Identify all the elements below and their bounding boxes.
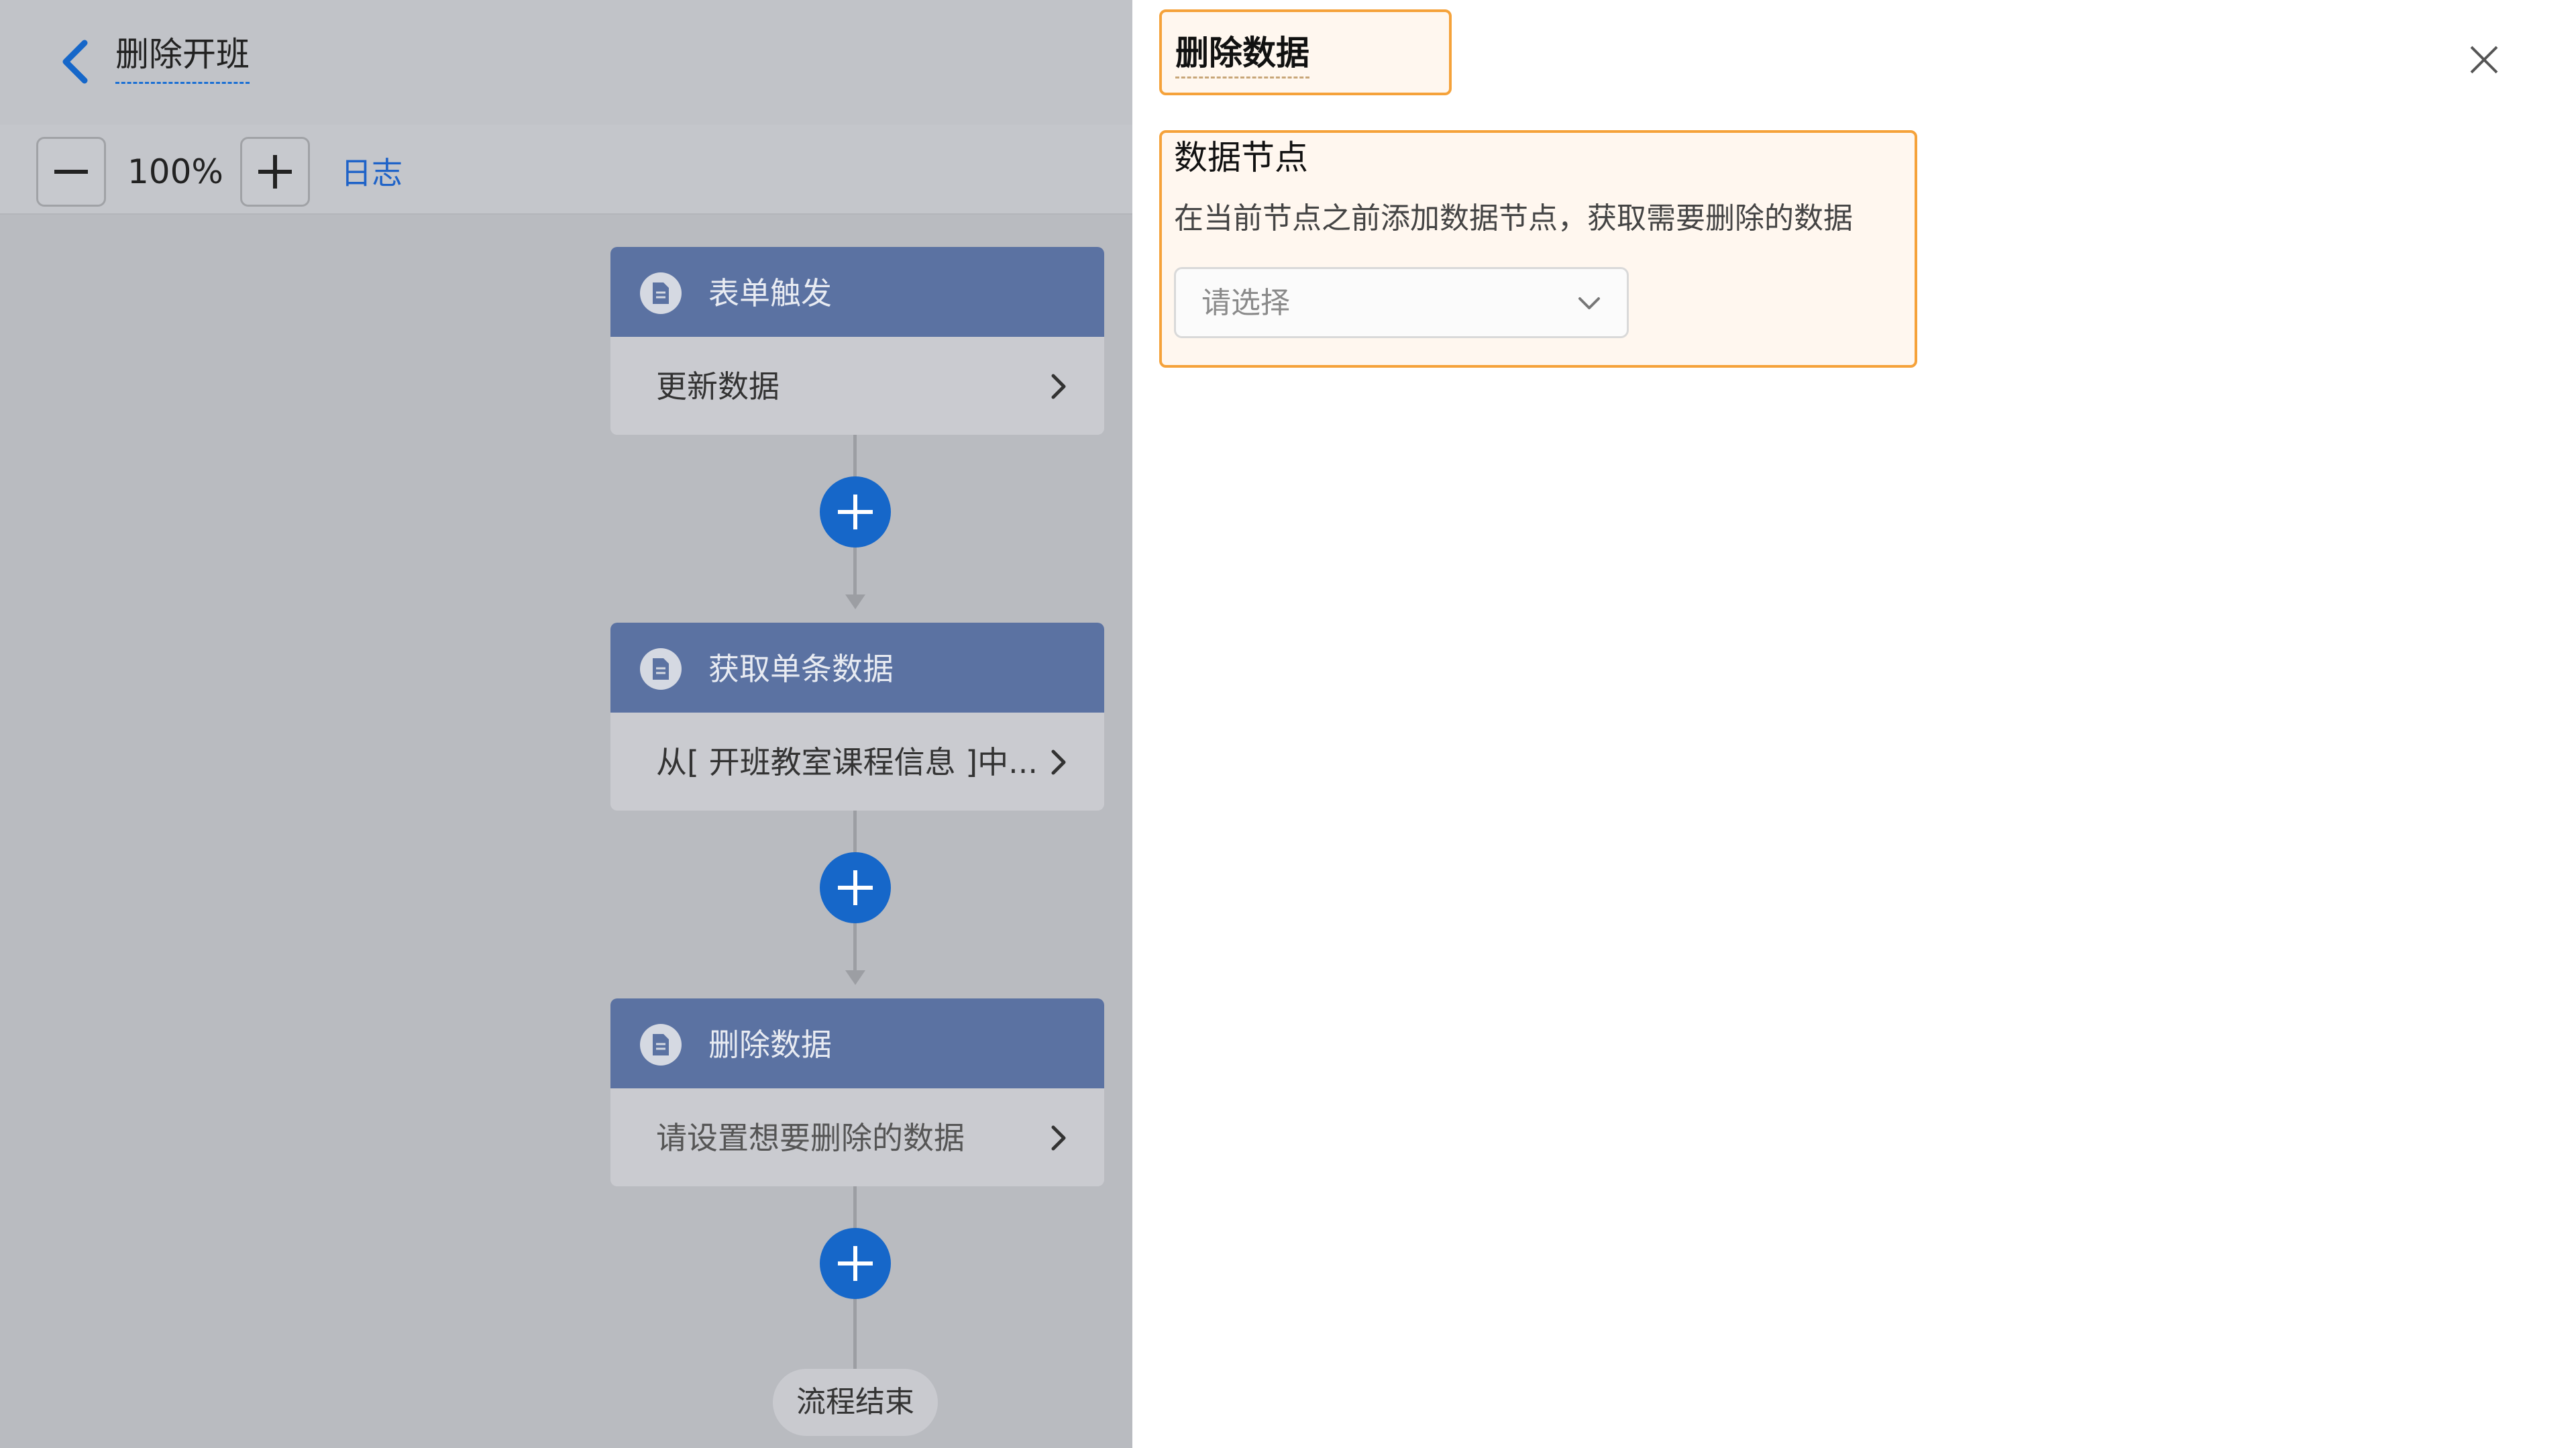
node-config-panel: 删除数据 数据节点 在当前节点之前添加数据节点，获取需要删除的数据 请选择 — [1132, 0, 2576, 1448]
flow-node-delete-data[interactable]: 删除数据 请设置想要删除的数据 — [610, 998, 1104, 1186]
node-header: 删除数据 — [610, 998, 1104, 1088]
zoom-toolbar: 100% 日志 — [0, 125, 1132, 215]
flow-node-form-trigger[interactable]: 表单触发 更新数据 — [610, 247, 1104, 435]
add-node-button[interactable] — [820, 476, 891, 548]
plus-icon — [838, 1246, 873, 1281]
section-description: 在当前节点之前添加数据节点，获取需要删除的数据 — [1174, 201, 1853, 236]
chevron-right-icon — [1051, 374, 1066, 399]
plus-icon — [838, 495, 873, 529]
plus-icon — [838, 870, 873, 905]
chevron-down-icon — [1578, 297, 1600, 309]
document-icon — [640, 272, 682, 314]
node-title: 表单触发 — [708, 275, 832, 311]
add-node-button[interactable] — [820, 852, 891, 923]
close-button[interactable] — [2469, 44, 2500, 78]
node-title: 获取单条数据 — [708, 651, 894, 687]
node-header: 获取单条数据 — [610, 623, 1104, 713]
add-node-button[interactable] — [820, 1228, 891, 1299]
node-body[interactable]: 请设置想要删除的数据 — [610, 1088, 1104, 1186]
header-bar: 删除开班 — [0, 0, 1132, 125]
node-header: 表单触发 — [610, 247, 1104, 337]
node-summary: 从[ 开班教室课程信息 ]中... — [656, 744, 1038, 780]
minus-icon — [54, 170, 88, 174]
log-link[interactable]: 日志 — [341, 153, 402, 193]
flow-end-label: 流程结束 — [773, 1369, 938, 1436]
node-body[interactable]: 从[ 开班教室课程信息 ]中... — [610, 713, 1104, 811]
section-title: 数据节点 — [1174, 138, 1308, 177]
panel-title-box: 删除数据 — [1159, 9, 1452, 95]
node-summary: 请设置想要删除的数据 — [656, 1120, 965, 1156]
data-node-section: 数据节点 在当前节点之前添加数据节点，获取需要删除的数据 请选择 — [1159, 130, 1917, 368]
chevron-left-icon — [62, 40, 88, 84]
flow-canvas: 删除开班 100% 日志 表单触发 更新数据 获取单条数据 从[开班教室课程信… — [0, 0, 1132, 1448]
zoom-level: 100% — [127, 152, 223, 191]
node-title: 删除数据 — [708, 1027, 832, 1063]
document-icon — [640, 648, 682, 690]
document-icon — [640, 1024, 682, 1066]
node-summary: 更新数据 — [656, 368, 780, 405]
connector-arrow — [845, 594, 865, 609]
back-button[interactable] — [56, 38, 97, 86]
zoom-out-button[interactable] — [36, 137, 106, 207]
chevron-right-icon — [1051, 749, 1066, 775]
zoom-in-button[interactable] — [240, 137, 310, 207]
select-placeholder: 请选择 — [1201, 286, 1290, 320]
panel-title[interactable]: 删除数据 — [1175, 32, 1309, 79]
node-body[interactable]: 更新数据 — [610, 337, 1104, 435]
chevron-right-icon — [1051, 1125, 1066, 1151]
page-title[interactable]: 删除开班 — [115, 32, 250, 84]
close-icon — [2470, 46, 2498, 74]
flow-node-get-single-record[interactable]: 获取单条数据 从[ 开班教室课程信息 ]中... — [610, 623, 1104, 811]
plus-icon — [258, 155, 292, 189]
connector-arrow — [845, 970, 865, 985]
data-node-select[interactable]: 请选择 — [1174, 267, 1629, 338]
